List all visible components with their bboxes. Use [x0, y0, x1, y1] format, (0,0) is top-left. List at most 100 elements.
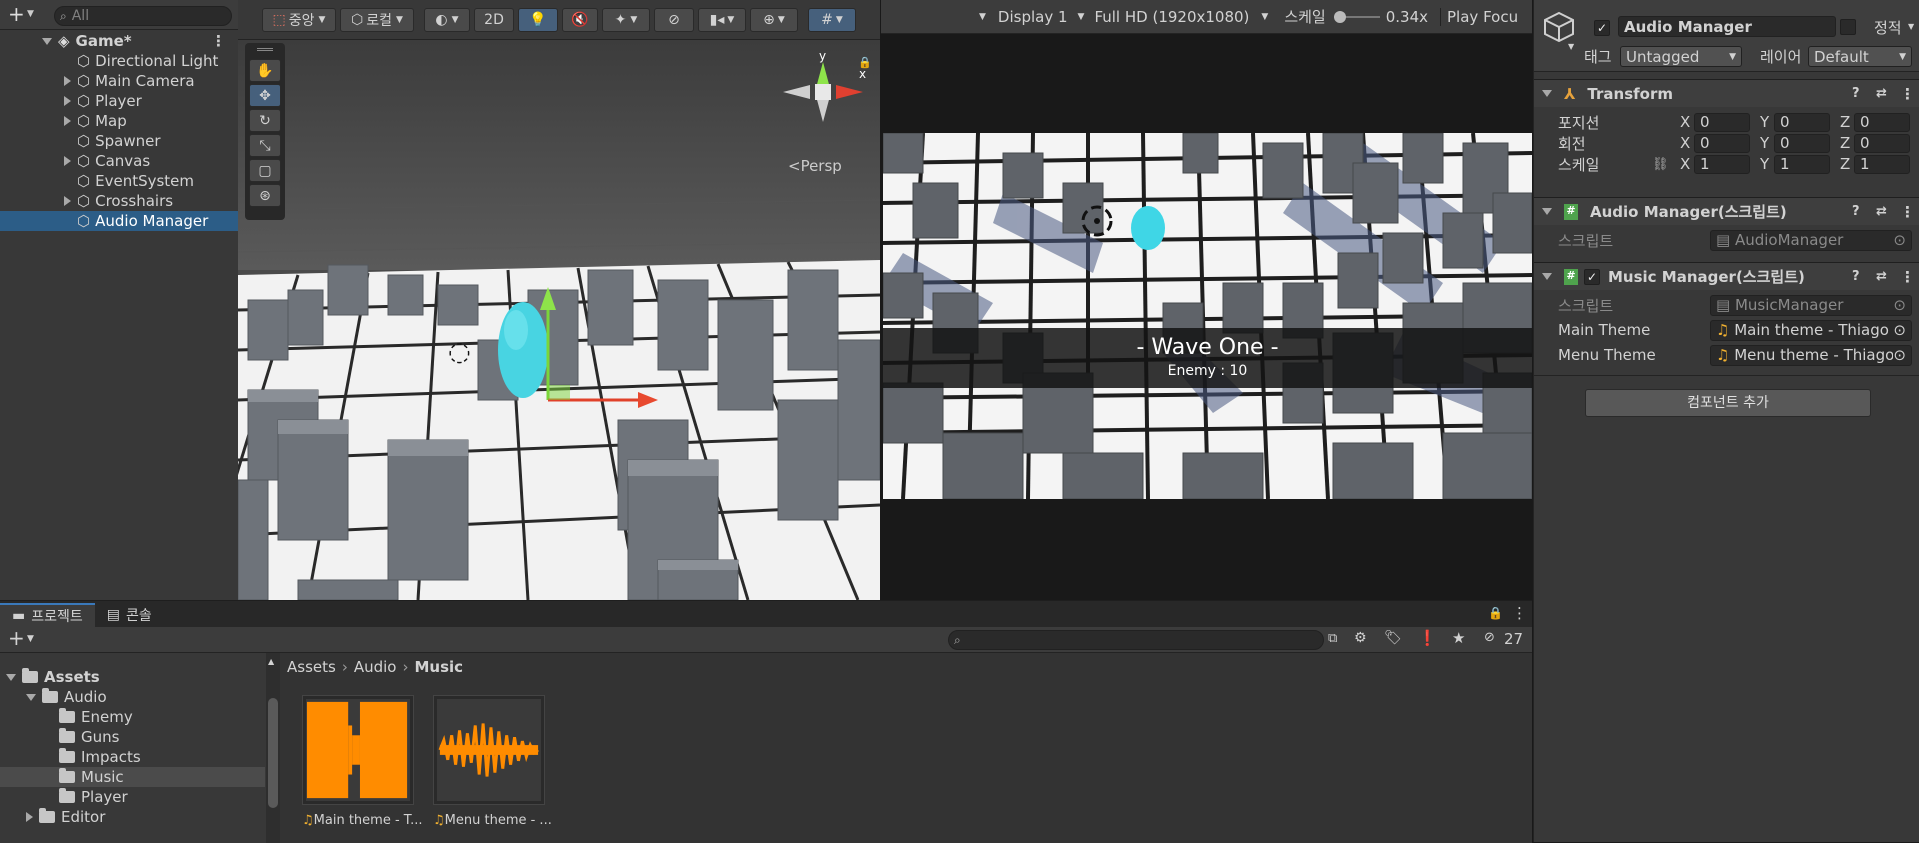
x-field[interactable]: 1: [1694, 154, 1750, 174]
project-folder-item[interactable]: Audio: [0, 687, 265, 707]
expand-icon[interactable]: [64, 76, 71, 86]
add-button[interactable]: +: [8, 2, 25, 26]
audio-script-field[interactable]: ▤ AudioManager ⊙: [1710, 229, 1912, 251]
transform-header[interactable]: ⅄ Transform ? ⇄ ⋮: [1534, 79, 1919, 107]
tree-scrollbar[interactable]: ▲: [266, 653, 280, 843]
hierarchy-item[interactable]: ⬡ Spawner: [0, 131, 238, 151]
target-icon[interactable]: ⊙: [1893, 296, 1906, 314]
project-folder-item[interactable]: Impacts: [0, 747, 265, 767]
game-viewport[interactable]: - Wave One - Enemy : 10: [883, 133, 1532, 499]
project-folder-item[interactable]: Editor: [0, 807, 265, 827]
move-tool-button[interactable]: ✥: [249, 84, 281, 107]
x-field[interactable]: 0: [1694, 112, 1750, 132]
warning-filter-icon[interactable]: ❗: [1418, 629, 1437, 647]
z-field[interactable]: 0: [1854, 133, 1910, 153]
more-icon[interactable]: ⋮: [211, 32, 226, 50]
more-icon[interactable]: ⋮: [1900, 203, 1915, 221]
hidden-packages-icon[interactable]: ⊘: [1484, 630, 1495, 645]
expand-icon[interactable]: [64, 96, 71, 106]
hierarchy-search-input[interactable]: ⌕ All: [54, 6, 232, 26]
tag-dropdown[interactable]: Untagged ▼: [1620, 46, 1742, 67]
effects-dropdown[interactable]: ✦ ▼: [602, 7, 650, 32]
project-folder-item[interactable]: Assets: [0, 667, 265, 687]
orientation-gizmo[interactable]: y x <Persp 🔒: [778, 49, 872, 175]
shading-dropdown[interactable]: ◐ ▼: [424, 7, 470, 32]
enabled-checkbox[interactable]: ✓: [1584, 268, 1600, 285]
main-theme-field[interactable]: ♫ Main theme - Thiago A ⊙: [1710, 319, 1912, 341]
hierarchy-item[interactable]: ⬡ Map: [0, 111, 238, 131]
expand-icon[interactable]: [64, 116, 71, 126]
link-icon[interactable]: ⛓: [1652, 157, 1669, 172]
project-folder-item[interactable]: Music: [0, 767, 265, 787]
target-icon[interactable]: ⊙: [1893, 321, 1906, 339]
project-folder-item[interactable]: Guns: [0, 727, 265, 747]
help-icon[interactable]: ?: [1852, 269, 1860, 284]
lock-icon[interactable]: 🔒: [858, 56, 872, 69]
hierarchy-item[interactable]: ⬡ Crosshairs: [0, 191, 238, 211]
asset-tile[interactable]: ♫Menu theme - ...: [433, 695, 552, 835]
x-field[interactable]: 0: [1694, 133, 1750, 153]
expand-icon[interactable]: [26, 812, 33, 822]
favorite-icon[interactable]: ★: [1452, 629, 1465, 647]
preset-icon[interactable]: ⇄: [1876, 204, 1887, 219]
hand-tool-button[interactable]: ✋: [249, 59, 281, 82]
help-icon[interactable]: ?: [1852, 86, 1860, 101]
y-field[interactable]: 1: [1774, 154, 1830, 174]
more-icon[interactable]: ⋮: [1900, 268, 1915, 286]
breadcrumb-music[interactable]: Music: [414, 658, 463, 676]
collapse-icon[interactable]: [1542, 208, 1552, 215]
visibility-toggle[interactable]: ⊘: [654, 7, 694, 32]
hierarchy-item[interactable]: ⬡ Player: [0, 91, 238, 111]
search-options-icon[interactable]: ⧉: [1328, 631, 1337, 646]
hierarchy-item[interactable]: ⬡ Main Camera: [0, 71, 238, 91]
chevron-down-icon[interactable]: ▼: [1908, 22, 1914, 31]
preset-icon[interactable]: ⇄: [1876, 86, 1887, 101]
label-filter-icon[interactable]: 🏷: [1384, 630, 1402, 646]
project-folder-item[interactable]: Player: [0, 787, 265, 807]
chevron-down-icon[interactable]: ▼: [27, 9, 34, 19]
expand-icon[interactable]: [64, 196, 71, 206]
scale-tool-button[interactable]: ⤡: [249, 134, 281, 157]
expand-icon[interactable]: [42, 37, 52, 45]
gizmos-dropdown[interactable]: ⊕ ▼: [750, 7, 798, 32]
expand-icon[interactable]: [6, 673, 16, 681]
chevron-down-icon[interactable]: ▼: [1568, 42, 1574, 51]
scene-view[interactable]: ⬚ 중앙 ▼ ⬡ 로컬 ▼ ◐ ▼ 2D 💡 🔇 ✦ ▼ ⊘ ▮◂ ▼ ⊕ ▼ # ▼: [238, 0, 880, 600]
help-icon[interactable]: ?: [1852, 204, 1860, 219]
drag-handle[interactable]: [257, 48, 273, 51]
y-field[interactable]: 0: [1774, 112, 1830, 132]
tab-console[interactable]: ▤ 콘솔: [95, 603, 164, 627]
target-icon[interactable]: ⊙: [1893, 231, 1906, 249]
hierarchy-item[interactable]: ⬡ EventSystem: [0, 171, 238, 191]
project-folder-item[interactable]: Enemy: [0, 707, 265, 727]
asset-tile[interactable]: ♫Main theme - T...: [302, 695, 423, 835]
layer-dropdown[interactable]: Default ▼: [1808, 46, 1912, 67]
static-checkbox[interactable]: [1840, 19, 1856, 35]
scrollbar-thumb[interactable]: [268, 698, 278, 808]
more-icon[interactable]: ⋮: [1900, 85, 1915, 103]
hierarchy-item[interactable]: ⬡ Directional Light: [0, 51, 238, 71]
collapse-icon[interactable]: [1542, 90, 1552, 97]
play-focus-dropdown[interactable]: Play Focu: [1440, 7, 1518, 26]
create-button[interactable]: +: [8, 626, 25, 650]
z-field[interactable]: 1: [1854, 154, 1910, 174]
scale-slider[interactable]: [1333, 10, 1380, 24]
target-icon[interactable]: ⊙: [1893, 346, 1906, 364]
object-name-input[interactable]: Audio Manager: [1618, 16, 1836, 37]
music-script-field[interactable]: ▤ MusicManager ⊙: [1710, 294, 1912, 316]
space-dropdown[interactable]: ⬡ 로컬 ▼: [340, 7, 414, 32]
rotate-tool-button[interactable]: ↻: [249, 109, 281, 132]
hierarchy-item[interactable]: ⬡ Canvas: [0, 151, 238, 171]
scene-row[interactable]: ◈ Game* ⋮: [0, 31, 238, 51]
resolution-dropdown[interactable]: Full HD (1920x1080) ▼: [1094, 8, 1268, 26]
pivot-dropdown[interactable]: ⬚ 중앙 ▼: [262, 7, 336, 32]
y-field[interactable]: 0: [1774, 133, 1830, 153]
game-view[interactable]: ▼ Display 1 ▼ Full HD (1920x1080) ▼ 스케일 0.…: [881, 0, 1532, 600]
expand-icon[interactable]: [26, 693, 36, 701]
add-component-button[interactable]: 컴포넌트 추가: [1585, 389, 1871, 417]
active-checkbox[interactable]: ✓: [1594, 20, 1610, 36]
audio-toggle[interactable]: 🔇: [562, 7, 598, 32]
grid-snap-dropdown[interactable]: # ▼: [808, 7, 856, 32]
breadcrumb-audio[interactable]: Audio: [354, 658, 397, 676]
scale-slider-thumb[interactable]: [1333, 10, 1346, 23]
